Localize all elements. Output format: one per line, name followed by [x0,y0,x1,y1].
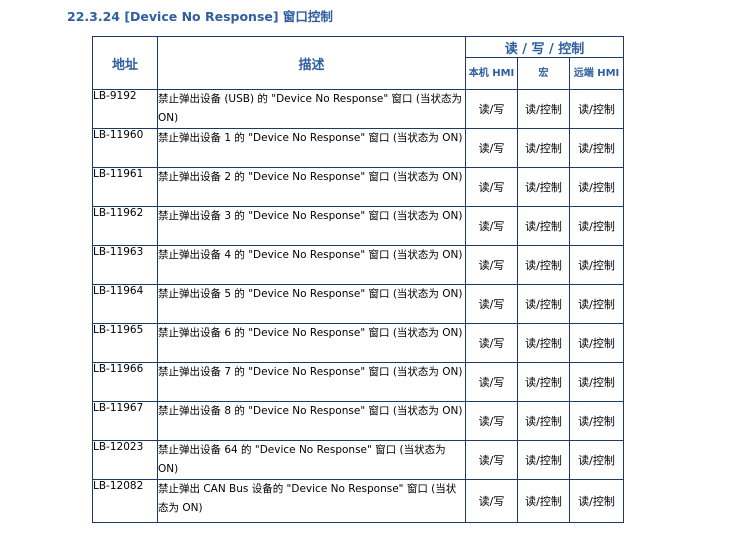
header-local-hmi: 本机 HMI [465,57,518,90]
description-cell: 禁止弹出设备 8 的 "Device No Response" 窗口 (当状态为… [157,401,466,441]
remote-hmi-cell: 读/控制 [568,167,625,207]
macro-cell: 读/控制 [517,401,570,441]
header-remote-hmi: 远端 HMI [568,57,625,90]
local-hmi-cell: 读/写 [465,206,518,246]
macro-cell: 读/控制 [517,479,570,523]
header-address: 地址 [92,36,158,90]
local-hmi-cell: 读/写 [465,89,518,129]
remote-hmi-cell: 读/控制 [568,323,625,363]
address-cell: LB-11961 [92,167,158,207]
remote-hmi-cell: 读/控制 [568,284,625,324]
macro-cell: 读/控制 [517,128,570,168]
table-row: LB-11961 禁止弹出设备 2 的 "Device No Response" … [92,167,625,207]
address-cell: LB-11963 [92,245,158,285]
remote-hmi-cell: 读/控制 [568,362,625,402]
local-hmi-cell: 读/写 [465,362,518,402]
address-cell: LB-11966 [92,362,158,402]
header-description: 描述 [157,36,466,90]
table-row: LB-11960 禁止弹出设备 1 的 "Device No Response" … [92,128,625,168]
macro-cell: 读/控制 [517,167,570,207]
register-table: 地址 描述 读 / 写 / 控制 本机 HMI 宏 远端 HMI LB-9192… [92,36,625,523]
remote-hmi-cell: 读/控制 [568,128,625,168]
header-macro: 宏 [517,57,570,90]
table-row: LB-11966 禁止弹出设备 7 的 "Device No Response" … [92,362,625,402]
description-cell: 禁止弹出设备 (USB) 的 "Device No Response" 窗口 (… [157,89,466,129]
address-cell: LB-11967 [92,401,158,441]
description-cell: 禁止弹出设备 4 的 "Device No Response" 窗口 (当状态为… [157,245,466,285]
table-row: LB-12082 禁止弹出 CAN Bus 设备的 "Device No Resp… [92,479,625,523]
table-header: 地址 描述 读 / 写 / 控制 本机 HMI 宏 远端 HMI [92,36,625,90]
macro-cell: 读/控制 [517,284,570,324]
table-row: LB-12023 禁止弹出设备 64 的 "Device No Response"… [92,440,625,480]
local-hmi-cell: 读/写 [465,284,518,324]
table-row: LB-11962 禁止弹出设备 3 的 "Device No Response" … [92,206,625,246]
table-row: LB-11964 禁止弹出设备 5 的 "Device No Response" … [92,284,625,324]
local-hmi-cell: 读/写 [465,323,518,363]
description-cell: 禁止弹出设备 7 的 "Device No Response" 窗口 (当状态为… [157,362,466,402]
table-row: LB-11967 禁止弹出设备 8 的 "Device No Response" … [92,401,625,441]
table-body: LB-9192 禁止弹出设备 (USB) 的 "Device No Respons… [92,89,625,523]
header-rw-control: 读 / 写 / 控制 [464,36,625,58]
local-hmi-cell: 读/写 [465,440,518,480]
local-hmi-cell: 读/写 [465,479,518,523]
remote-hmi-cell: 读/控制 [568,440,625,480]
address-cell: LB-12082 [92,479,158,523]
address-cell: LB-12023 [92,440,158,480]
description-cell: 禁止弹出设备 64 的 "Device No Response" 窗口 (当状态… [157,440,466,480]
address-cell: LB-11964 [92,284,158,324]
macro-cell: 读/控制 [517,362,570,402]
description-cell: 禁止弹出设备 6 的 "Device No Response" 窗口 (当状态为… [157,323,466,363]
remote-hmi-cell: 读/控制 [568,479,625,523]
section-heading: 22.3.24 [Device No Response] 窗口控制 [67,9,333,24]
local-hmi-cell: 读/写 [465,401,518,441]
local-hmi-cell: 读/写 [465,245,518,285]
description-cell: 禁止弹出设备 3 的 "Device No Response" 窗口 (当状态为… [157,206,466,246]
local-hmi-cell: 读/写 [465,128,518,168]
table-row: LB-9192 禁止弹出设备 (USB) 的 "Device No Respons… [92,89,625,129]
remote-hmi-cell: 读/控制 [568,401,625,441]
description-cell: 禁止弹出 CAN Bus 设备的 "Device No Response" 窗口… [157,479,466,523]
address-cell: LB-11965 [92,323,158,363]
macro-cell: 读/控制 [517,323,570,363]
macro-cell: 读/控制 [517,245,570,285]
macro-cell: 读/控制 [517,440,570,480]
description-cell: 禁止弹出设备 1 的 "Device No Response" 窗口 (当状态为… [157,128,466,168]
table-row: LB-11963 禁止弹出设备 4 的 "Device No Response" … [92,245,625,285]
local-hmi-cell: 读/写 [465,167,518,207]
description-cell: 禁止弹出设备 5 的 "Device No Response" 窗口 (当状态为… [157,284,466,324]
table-row: LB-11965 禁止弹出设备 6 的 "Device No Response" … [92,323,625,363]
macro-cell: 读/控制 [517,206,570,246]
remote-hmi-cell: 读/控制 [568,245,625,285]
remote-hmi-cell: 读/控制 [568,206,625,246]
remote-hmi-cell: 读/控制 [568,89,625,129]
description-cell: 禁止弹出设备 2 的 "Device No Response" 窗口 (当状态为… [157,167,466,207]
address-cell: LB-9192 [92,89,158,129]
address-cell: LB-11962 [92,206,158,246]
macro-cell: 读/控制 [517,89,570,129]
address-cell: LB-11960 [92,128,158,168]
